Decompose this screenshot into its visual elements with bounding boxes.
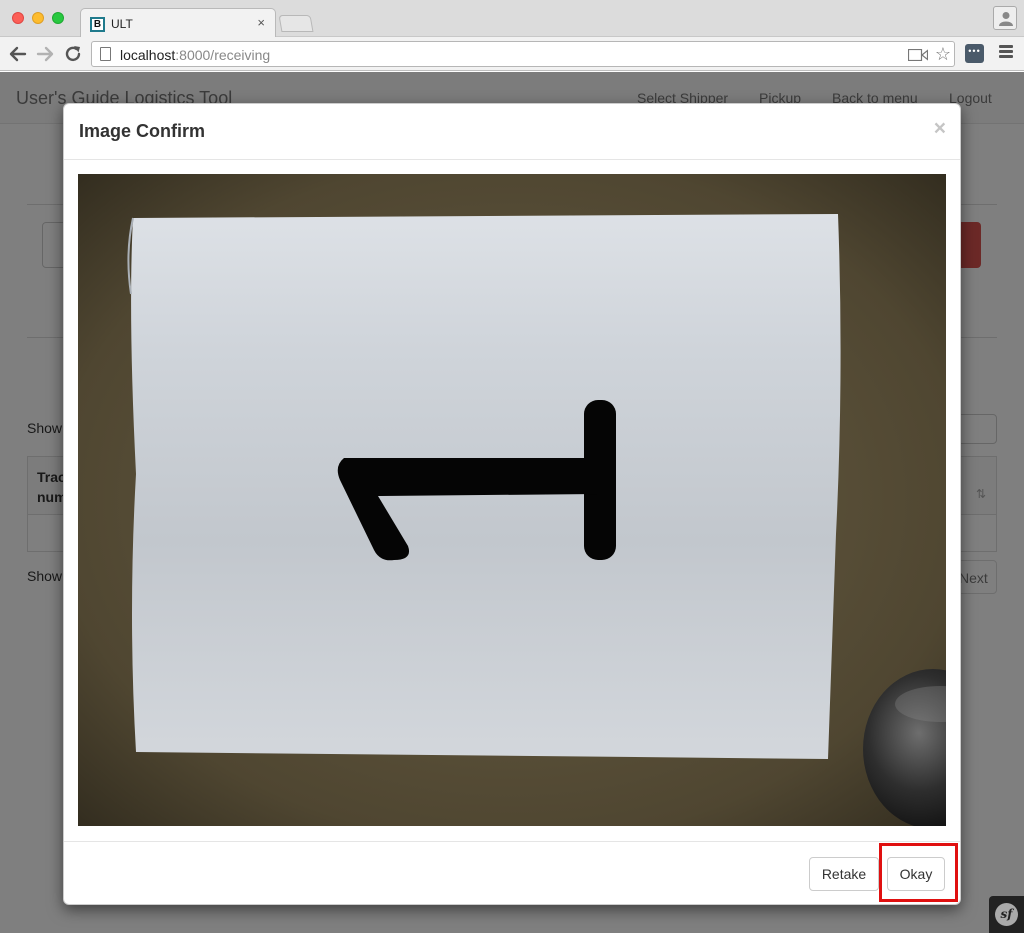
tab-title: ULT (111, 17, 133, 31)
modal-body (64, 160, 960, 842)
back-arrow-icon[interactable] (7, 43, 29, 65)
page-icon (100, 47, 111, 61)
close-window-button[interactable] (12, 12, 24, 24)
new-tab-button[interactable] (278, 15, 314, 32)
camera-icon[interactable] (908, 49, 928, 61)
okay-button[interactable]: Okay (887, 857, 945, 891)
favicon-icon: B (90, 17, 105, 32)
browser-menu-icon[interactable] (999, 45, 1013, 60)
close-icon[interactable]: × (934, 118, 946, 139)
maximize-window-button[interactable] (52, 12, 64, 24)
symfony-icon: sf (995, 903, 1018, 926)
bookmark-star-icon[interactable]: ☆ (935, 44, 951, 64)
person-icon (999, 12, 1013, 26)
modal-title: Image Confirm (79, 121, 206, 141)
modal-footer: Retake Okay (64, 842, 960, 904)
symfony-toolbar-badge[interactable]: sf (989, 896, 1024, 933)
extension-icon[interactable]: ••• (965, 44, 984, 63)
modal-header: Image Confirm × (64, 104, 960, 160)
tab-close-icon[interactable]: × (257, 15, 265, 30)
profile-button[interactable] (993, 6, 1017, 30)
browser-toolbar: localhost:8000/receiving ☆ ••• (0, 37, 1024, 71)
minimize-window-button[interactable] (32, 12, 44, 24)
captured-photo (78, 174, 946, 826)
browser-tab-strip: B ULT × (0, 0, 1024, 38)
forward-arrow-icon[interactable] (34, 43, 56, 65)
retake-button[interactable]: Retake (809, 857, 879, 891)
url-text: localhost:8000/receiving (120, 47, 271, 63)
browser-tab-active[interactable]: B ULT × (80, 8, 276, 38)
reload-icon[interactable] (62, 43, 84, 65)
image-confirm-modal: Image Confirm × Retake Okay (63, 103, 961, 905)
address-bar[interactable]: localhost:8000/receiving ☆ (91, 41, 955, 67)
